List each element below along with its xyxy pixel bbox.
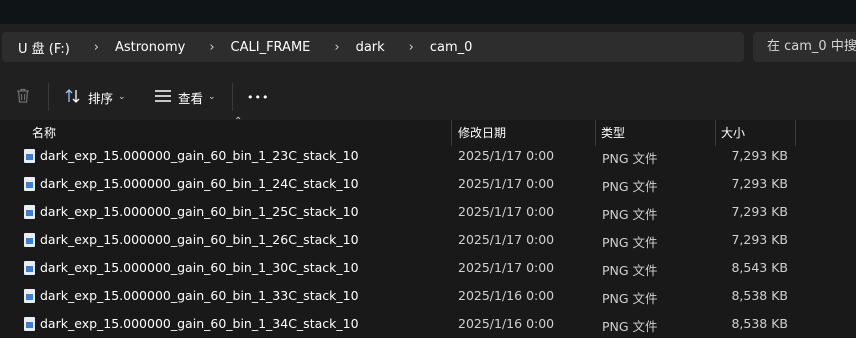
file-type: PNG 文件 [602, 235, 658, 250]
png-file-icon [24, 317, 35, 331]
search-input[interactable]: 在 cam_0 中搜 [753, 32, 856, 62]
breadcrumb-drive[interactable]: U 盘 (F:) [18, 38, 70, 57]
chevron-right-icon[interactable]: › [409, 40, 414, 55]
file-name: dark_exp_15.000000_gain_60_bin_1_23C_sta… [40, 148, 359, 163]
file-modified: 2025/1/16 0:00 [458, 316, 555, 331]
file-modified: 2025/1/17 0:00 [458, 148, 555, 163]
view-list-icon [154, 89, 172, 106]
title-bar [0, 0, 856, 24]
file-modified: 2025/1/17 0:00 [458, 204, 555, 219]
png-file-icon [24, 233, 35, 247]
toolbar-divider [48, 83, 49, 111]
view-button[interactable]: 查看 ⌄ [154, 82, 216, 112]
file-modified: 2025/1/17 0:00 [458, 260, 555, 275]
file-modified: 2025/1/17 0:00 [458, 232, 555, 247]
breadcrumb-astronomy[interactable]: Astronomy [115, 40, 185, 55]
png-file-icon [24, 261, 35, 275]
file-row[interactable]: dark_exp_15.000000_gain_60_bin_1_23C_sta… [0, 142, 856, 170]
address-bar[interactable]: U 盘 (F:) › Astronomy › CALI_FRAME › dark… [2, 32, 744, 62]
file-size: 7,293 KB [731, 148, 788, 163]
file-size: 7,293 KB [731, 232, 788, 247]
file-row[interactable]: dark_exp_15.000000_gain_60_bin_1_33C_sta… [0, 282, 856, 310]
breadcrumb-dark[interactable]: dark [356, 40, 385, 55]
file-size: 8,538 KB [731, 316, 788, 331]
delete-button[interactable] [14, 82, 32, 112]
sort-label: 排序 [88, 90, 114, 106]
more-icon: ••• [247, 90, 270, 104]
command-bar: 排序 ⌄ 查看 ⌄ ••• [0, 74, 856, 121]
sort-button[interactable]: 排序 ⌄ [64, 82, 126, 112]
chevron-right-icon[interactable]: › [209, 40, 214, 55]
file-size: 8,543 KB [731, 260, 788, 275]
file-modified: 2025/1/16 0:00 [458, 288, 555, 303]
png-file-icon [24, 289, 35, 303]
file-size: 8,538 KB [731, 288, 788, 303]
file-name: dark_exp_15.000000_gain_60_bin_1_24C_sta… [40, 176, 359, 191]
file-type: PNG 文件 [602, 263, 658, 278]
file-type: PNG 文件 [602, 179, 658, 194]
file-row[interactable]: dark_exp_15.000000_gain_60_bin_1_24C_sta… [0, 170, 856, 198]
toolbar-divider [232, 83, 233, 111]
chevron-down-icon: ⌄ [208, 92, 216, 102]
file-row[interactable]: dark_exp_15.000000_gain_60_bin_1_26C_sta… [0, 226, 856, 254]
file-type: PNG 文件 [602, 151, 658, 166]
png-file-icon [24, 149, 35, 163]
sort-ascending-icon: ⌃ [234, 116, 243, 127]
file-list: dark_exp_15.000000_gain_60_bin_1_23C_sta… [0, 142, 856, 338]
chevron-right-icon[interactable]: › [334, 40, 339, 55]
file-size: 7,293 KB [731, 204, 788, 219]
breadcrumb-cam-0[interactable]: cam_0 [430, 40, 473, 55]
file-modified: 2025/1/17 0:00 [458, 176, 555, 191]
file-row[interactable]: dark_exp_15.000000_gain_60_bin_1_25C_sta… [0, 198, 856, 226]
file-row[interactable]: dark_exp_15.000000_gain_60_bin_1_30C_sta… [0, 254, 856, 282]
more-options-button[interactable]: ••• [247, 82, 269, 112]
file-type: PNG 文件 [602, 319, 658, 334]
file-name: dark_exp_15.000000_gain_60_bin_1_33C_sta… [40, 288, 359, 303]
file-size: 7,293 KB [731, 176, 788, 191]
chevron-right-icon[interactable]: › [94, 40, 99, 55]
file-name: dark_exp_15.000000_gain_60_bin_1_30C_sta… [40, 260, 359, 275]
file-name: dark_exp_15.000000_gain_60_bin_1_34C_sta… [40, 316, 359, 331]
png-file-icon [24, 177, 35, 191]
file-type: PNG 文件 [602, 207, 658, 222]
file-row[interactable]: dark_exp_15.000000_gain_60_bin_1_34C_sta… [0, 310, 856, 338]
trash-icon [14, 87, 32, 108]
png-file-icon [24, 205, 35, 219]
view-label: 查看 [178, 90, 204, 106]
address-row: U 盘 (F:) › Astronomy › CALI_FRAME › dark… [0, 24, 856, 74]
file-name: dark_exp_15.000000_gain_60_bin_1_26C_sta… [40, 232, 359, 247]
file-name: dark_exp_15.000000_gain_60_bin_1_25C_sta… [40, 204, 359, 219]
file-type: PNG 文件 [602, 291, 658, 306]
breadcrumb-cali-frame[interactable]: CALI_FRAME [231, 40, 311, 55]
chevron-down-icon: ⌄ [118, 92, 126, 102]
sort-icon [64, 88, 82, 107]
